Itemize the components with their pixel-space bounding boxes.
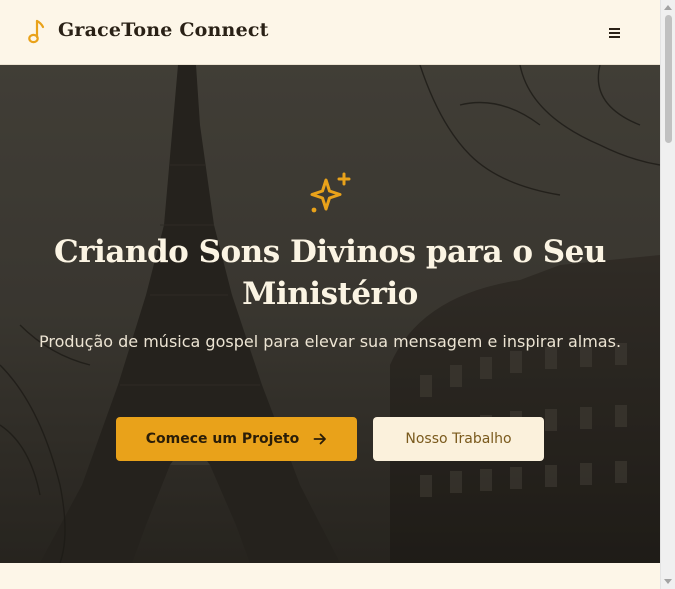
page: GraceTone Connect Criando Sons Divinos p… bbox=[0, 0, 660, 589]
scrollbar-thumb[interactable] bbox=[665, 15, 672, 143]
hero-title: Criando Sons Divinos para o Seu Ministér… bbox=[54, 234, 606, 312]
brand-name[interactable]: GraceTone Connect bbox=[58, 19, 269, 41]
hero-subtitle: Produção de música gospel para elevar su… bbox=[38, 332, 622, 351]
arrow-right-icon bbox=[313, 433, 327, 445]
menu-button[interactable] bbox=[600, 20, 628, 46]
start-project-button[interactable]: Comece um Projeto bbox=[116, 417, 357, 461]
hero-section: Criando Sons Divinos para o Seu Ministér… bbox=[0, 65, 660, 563]
scroll-up-arrow-icon[interactable] bbox=[664, 5, 672, 10]
vertical-scrollbar[interactable] bbox=[660, 0, 675, 589]
hamburger-menu-icon bbox=[609, 28, 620, 30]
music-note-icon[interactable] bbox=[26, 19, 48, 45]
next-section bbox=[0, 563, 660, 589]
start-project-label: Comece um Projeto bbox=[145, 431, 300, 447]
scroll-down-arrow-icon[interactable] bbox=[664, 579, 672, 584]
site-header: GraceTone Connect bbox=[0, 0, 660, 65]
sparkles-icon bbox=[310, 172, 351, 213]
our-work-button[interactable]: Nosso Trabalho bbox=[373, 417, 544, 461]
